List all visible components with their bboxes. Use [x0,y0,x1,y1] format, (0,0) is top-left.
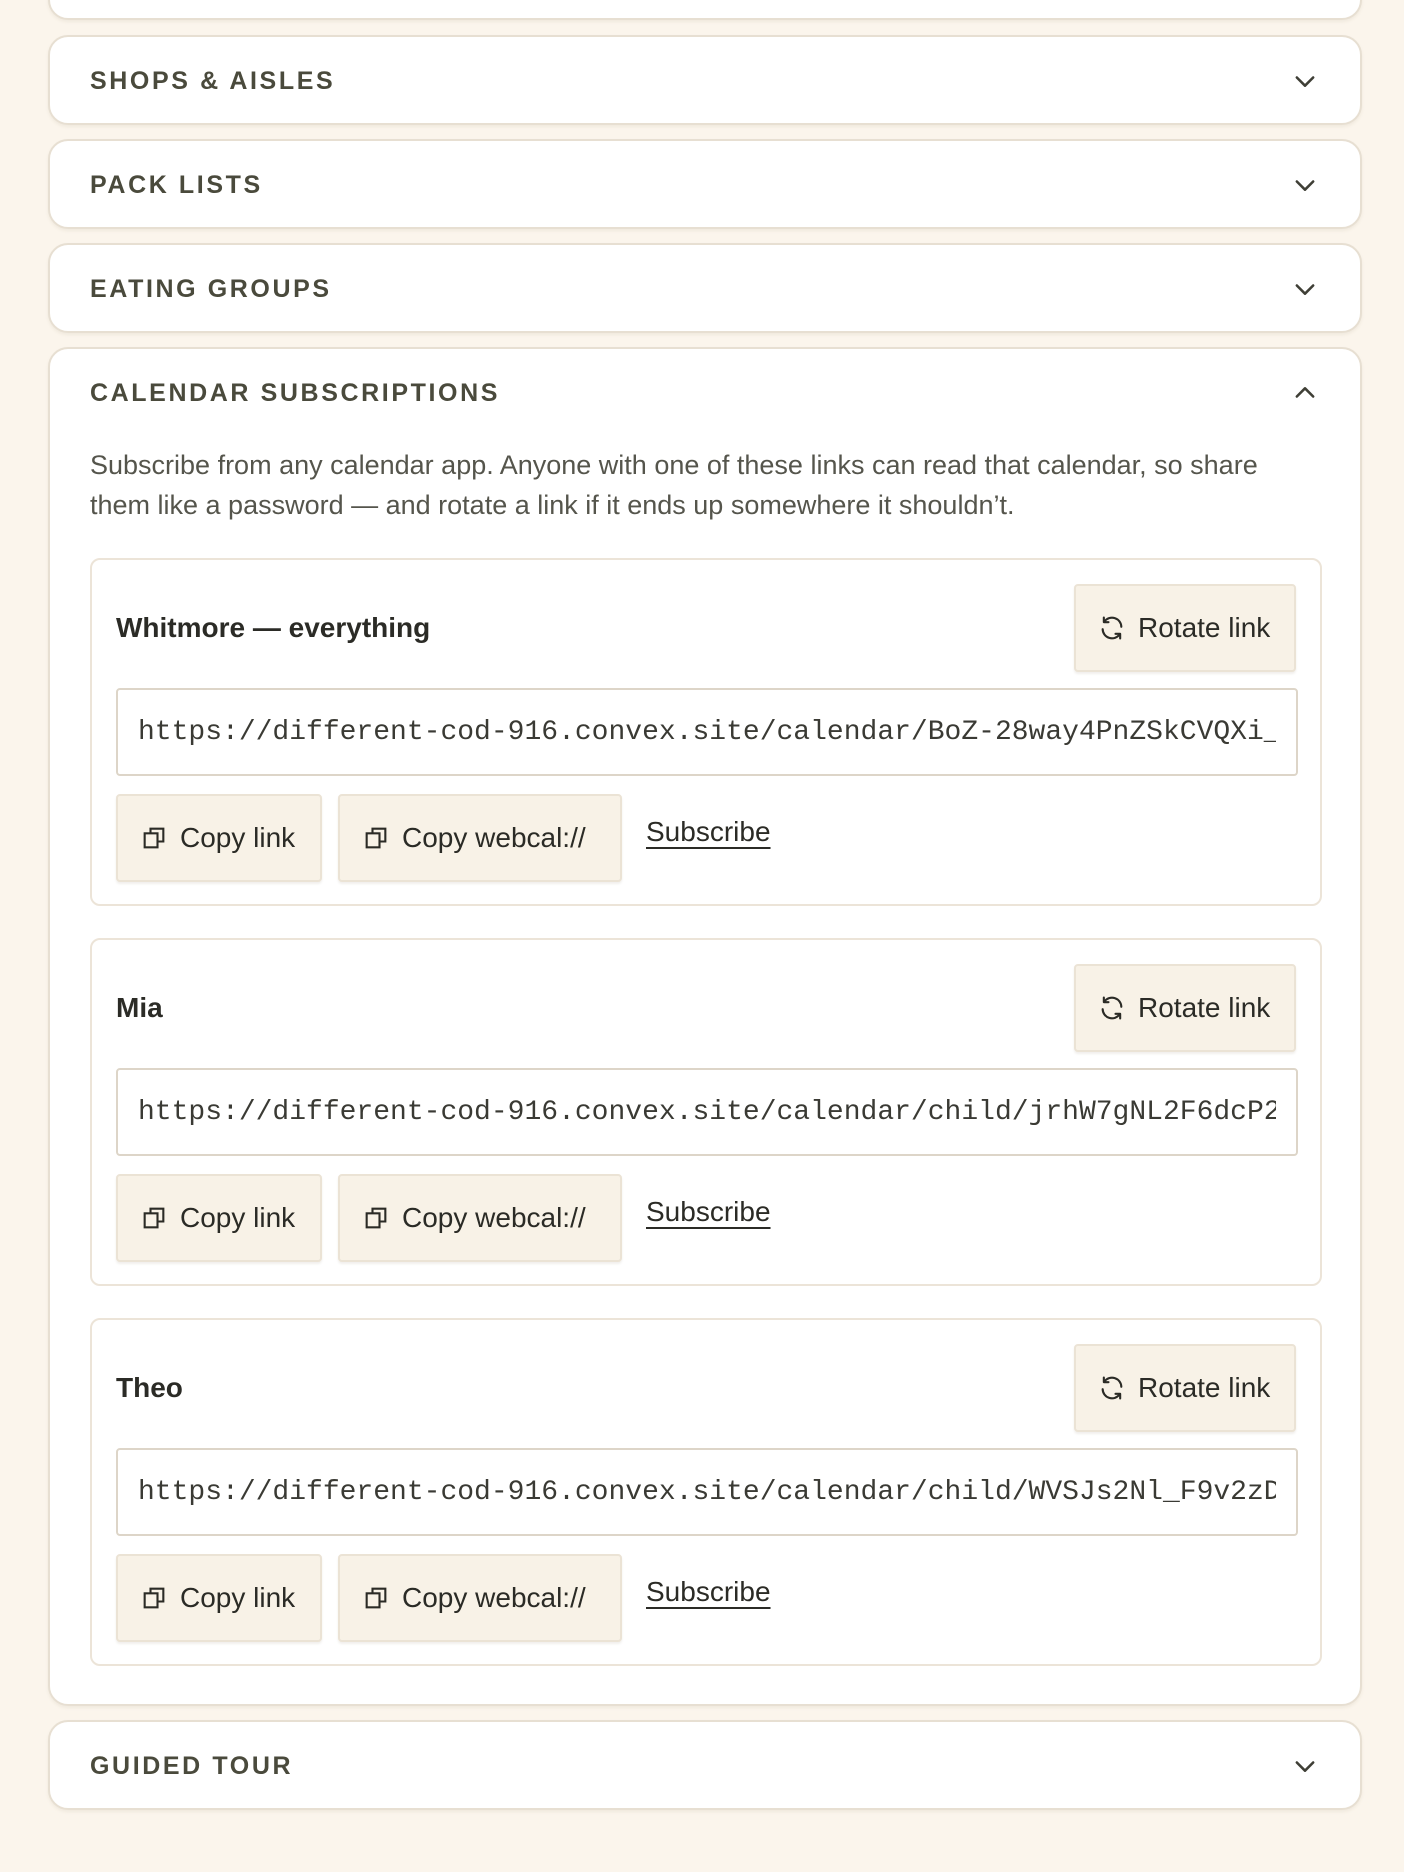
calendar-url-input[interactable] [138,716,1276,748]
section-pack-lists: PACK LISTS [48,139,1362,229]
section-title: EATING GROUPS [90,274,332,303]
refresh-icon [1098,1374,1126,1402]
copy-webcal-button[interactable]: Copy webcal:// [338,794,622,882]
rotate-link-label: Rotate link [1138,1372,1271,1403]
chevron-down-icon [1290,66,1320,96]
chevron-down-icon [1290,170,1320,200]
copy-webcal-button[interactable]: Copy webcal:// [338,1174,622,1262]
section-title: GUIDED TOUR [90,1751,294,1780]
section-calendar-subscriptions: CALENDAR SUBSCRIPTIONS Subscribe from an… [48,347,1362,1706]
calendar-card: Whitmore — everything Rotate link Copy l… [90,558,1322,906]
copy-webcal-label: Copy webcal:// [402,1202,586,1233]
section-shops-aisles: SHOPS & AISLES [48,35,1362,125]
calendar-url-field[interactable] [116,688,1298,776]
copy-icon [362,1204,390,1232]
copy-icon [140,1204,168,1232]
chevron-down-icon [1290,274,1320,304]
section-description: Subscribe from any calendar app. Anyone … [90,450,1258,520]
calendar-name: Theo [116,1372,183,1403]
calendar-card: Theo Rotate link Copy link Copy [90,1318,1322,1666]
settings-page: SHOPS & AISLES PACK LISTS EATING GROUPS … [0,0,1404,1872]
calendar-name: Whitmore — everything [116,612,431,643]
previous-section [48,0,1362,20]
copy-icon [362,1584,390,1612]
subscribe-link[interactable]: Subscribe [646,1576,771,1608]
calendar-name: Mia [116,992,163,1023]
chevron-up-icon [1290,378,1320,408]
section-header-calendar-subscriptions[interactable]: CALENDAR SUBSCRIPTIONS [50,349,1360,437]
section-guided-tour: GUIDED TOUR [48,1720,1362,1810]
subscribe-link[interactable]: Subscribe [646,816,771,848]
copy-icon [362,824,390,852]
copy-webcal-label: Copy webcal:// [402,1582,586,1613]
copy-webcal-button[interactable]: Copy webcal:// [338,1554,622,1642]
rotate-link-label: Rotate link [1138,612,1271,643]
copy-link-label: Copy link [180,1202,296,1233]
rotate-link-button[interactable]: Rotate link [1074,964,1296,1052]
rotate-link-button[interactable]: Rotate link [1074,1344,1296,1432]
copy-webcal-label: Copy webcal:// [402,822,586,853]
rotate-link-label: Rotate link [1138,992,1271,1023]
calendar-card: Mia Rotate link Copy link Copy [90,938,1322,1286]
rotate-link-button[interactable]: Rotate link [1074,584,1296,672]
calendar-url-field[interactable] [116,1448,1298,1536]
copy-link-button[interactable]: Copy link [116,794,322,882]
subscribe-link[interactable]: Subscribe [646,1196,771,1228]
section-header-shops-aisles[interactable]: SHOPS & AISLES [50,37,1360,125]
calendar-url-input[interactable] [138,1476,1276,1508]
copy-icon [140,1584,168,1612]
copy-link-button[interactable]: Copy link [116,1174,322,1262]
section-header-guided-tour[interactable]: GUIDED TOUR [50,1722,1360,1810]
section-title: CALENDAR SUBSCRIPTIONS [90,378,500,407]
section-header-pack-lists[interactable]: PACK LISTS [50,141,1360,229]
copy-link-button[interactable]: Copy link [116,1554,322,1642]
copy-icon [140,824,168,852]
section-header-eating-groups[interactable]: EATING GROUPS [50,245,1360,333]
chevron-down-icon [1290,1751,1320,1781]
copy-link-label: Copy link [180,822,296,853]
section-title: SHOPS & AISLES [90,66,336,95]
refresh-icon [1098,994,1126,1022]
section-title: PACK LISTS [90,170,263,199]
calendar-url-field[interactable] [116,1068,1298,1156]
section-eating-groups: EATING GROUPS [48,243,1362,333]
copy-link-label: Copy link [180,1582,296,1613]
calendar-url-input[interactable] [138,1096,1276,1128]
refresh-icon [1098,614,1126,642]
